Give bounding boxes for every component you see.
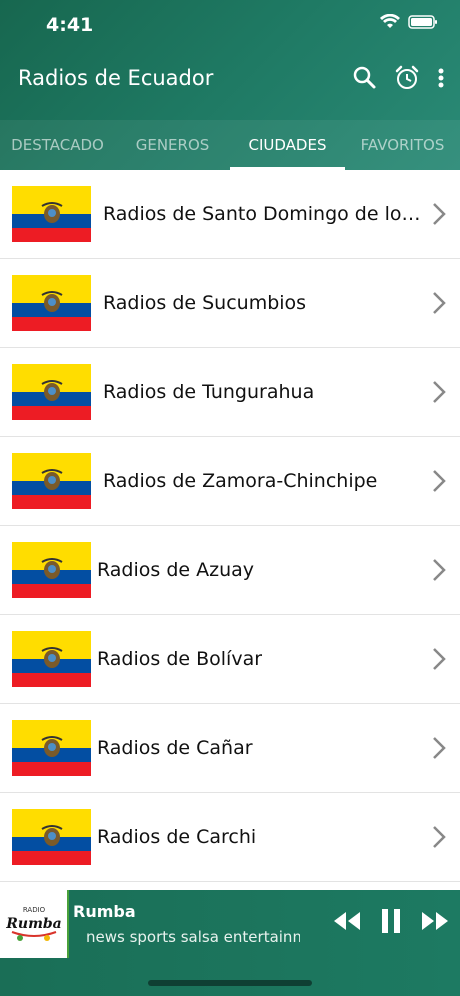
wifi-icon: [380, 14, 400, 28]
city-list: Radios de Santo Domingo de los T... Radi…: [0, 170, 460, 890]
chevron-right-icon: [433, 648, 446, 670]
app-header: 4:41 Radios de Ecuador DESTACADO GENEROS…: [0, 0, 460, 170]
list-item-label: Radios de Santo Domingo de los T...: [103, 203, 421, 225]
ecuador-flag-icon: [12, 809, 91, 865]
list-item-label: Radios de Bolívar: [97, 648, 263, 670]
chevron-right-icon: [433, 470, 446, 492]
station-name: Rumba: [73, 902, 136, 921]
ecuador-flag-icon: [12, 631, 91, 687]
list-item[interactable]: Radios de Bolívar: [0, 615, 460, 704]
station-logo-top-text: RADIO: [23, 906, 46, 914]
status-time: 4:41: [46, 14, 94, 36]
list-item-label: Radios de Tungurahua: [103, 381, 315, 403]
home-indicator: [148, 980, 312, 986]
pause-icon[interactable]: [380, 908, 402, 938]
chevron-right-icon: [433, 381, 446, 403]
more-options-icon[interactable]: [436, 64, 446, 92]
chevron-right-icon: [433, 203, 446, 225]
station-logo-text: Rumba: [5, 916, 62, 932]
ecuador-flag-icon: [12, 186, 91, 242]
list-item[interactable]: Radios de Sucumbios: [0, 259, 460, 348]
list-item[interactable]: Radios de Tungurahua: [0, 348, 460, 437]
chevron-right-icon: [433, 559, 446, 581]
fast-forward-icon[interactable]: [420, 910, 450, 936]
battery-icon: [408, 15, 437, 29]
tab-destacado[interactable]: DESTACADO: [0, 120, 115, 170]
list-item-label: Radios de Carchi: [97, 826, 257, 848]
chevron-right-icon: [433, 737, 446, 759]
ecuador-flag-icon: [12, 364, 91, 420]
chevron-right-icon: [433, 826, 446, 848]
list-item[interactable]: Radios de Cañar: [0, 704, 460, 793]
app-title: Radios de Ecuador: [18, 66, 214, 90]
tab-ciudades[interactable]: CIUDADES: [230, 120, 345, 170]
list-item-label: Radios de Sucumbios: [103, 292, 307, 314]
ecuador-flag-icon: [12, 275, 91, 331]
list-item-label: Radios de Cañar: [97, 737, 253, 759]
search-icon[interactable]: [352, 64, 378, 92]
ecuador-flag-icon: [12, 453, 91, 509]
chevron-right-icon: [433, 292, 446, 314]
list-item[interactable]: Radios de Azuay: [0, 526, 460, 615]
ecuador-flag-icon: [12, 720, 91, 776]
status-icons: [380, 14, 438, 30]
list-item-label: Radios de Azuay: [97, 559, 255, 581]
list-item[interactable]: Radios de Carchi: [0, 793, 460, 882]
alarm-clock-icon[interactable]: [394, 64, 420, 92]
list-item[interactable]: Radios de Zamora-Chinchipe: [0, 437, 460, 526]
ecuador-flag-icon: [12, 542, 91, 598]
list-item[interactable]: Radios de Santo Domingo de los T...: [0, 170, 460, 259]
station-logo: RADIO Rumba: [0, 890, 69, 958]
list-item-label: Radios de Zamora-Chinchipe: [103, 470, 378, 492]
tab-generos[interactable]: GENEROS: [115, 120, 230, 170]
rewind-icon[interactable]: [332, 910, 362, 936]
tab-favoritos[interactable]: FAVORITOS: [345, 120, 460, 170]
tab-bar: DESTACADO GENEROS CIUDADES FAVORITOS: [0, 120, 460, 170]
station-tags: news sports salsa entertainment: [86, 928, 300, 946]
